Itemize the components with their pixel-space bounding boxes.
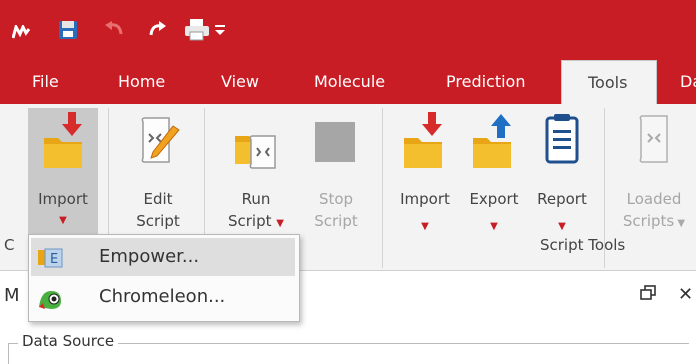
ribbon-separator [382, 108, 383, 268]
chromeleon-icon [37, 285, 63, 316]
customize-toolbar-icon[interactable] [214, 22, 226, 41]
tab-file[interactable]: File [32, 60, 59, 104]
panel-title: M [4, 285, 20, 306]
redo-icon[interactable] [146, 20, 168, 44]
chevron-down-icon: ▼ [59, 215, 67, 226]
export-button[interactable]: Export ▼ [460, 112, 528, 234]
tab-data[interactable]: Da [680, 60, 696, 104]
edit-script-button[interactable]: Edit Script [122, 112, 194, 232]
import-dropdown-menu: E Empower... Chromeleon... [28, 234, 300, 322]
restore-window-icon[interactable] [640, 285, 656, 305]
import-main-button[interactable]: Import ▼ [28, 112, 98, 228]
tab-tools[interactable]: Tools [561, 60, 657, 104]
stop-icon [302, 112, 370, 176]
tab-prediction[interactable]: Prediction [446, 60, 525, 104]
empower-icon: E [37, 245, 63, 274]
menu-item-chromeleon[interactable]: Chromeleon... [31, 278, 295, 316]
loaded-scripts-button[interactable]: Loaded Scripts ▼ [612, 112, 696, 235]
tab-home[interactable]: Home [118, 60, 165, 104]
edit-script-icon [122, 112, 194, 176]
chevron-down-icon: ▼ [276, 218, 284, 229]
ribbon-tab-bar: File Home View Molecule Prediction Tools… [0, 60, 696, 104]
export-folder-icon [460, 112, 528, 176]
data-source-label: Data Source [18, 332, 119, 350]
report-icon [528, 112, 596, 176]
undo-icon[interactable] [104, 20, 126, 44]
chevron-down-icon: ▼ [490, 221, 498, 232]
import-folder-icon [28, 112, 98, 176]
chevron-down-icon: ▼ [674, 218, 686, 229]
chevron-down-icon: ▼ [558, 221, 566, 232]
import-folder-icon [392, 112, 458, 176]
tab-view[interactable]: View [221, 60, 259, 104]
tab-molecule[interactable]: Molecule [314, 60, 385, 104]
stop-script-button[interactable]: Stop Script [302, 112, 370, 232]
loaded-scripts-icon [612, 112, 696, 176]
menu-item-empower[interactable]: E Empower... [31, 238, 295, 276]
chevron-down-icon: ▼ [421, 221, 429, 232]
title-bar [0, 0, 696, 60]
svg-text:E: E [50, 252, 58, 267]
print-icon[interactable] [184, 18, 210, 46]
group-label-script-tools: Script Tools [540, 236, 626, 254]
group-label-left: C [4, 236, 15, 254]
import-script-button[interactable]: Import ▼ [392, 112, 458, 234]
save-icon[interactable] [58, 20, 78, 44]
close-icon[interactable]: ✕ [678, 284, 693, 305]
run-script-button[interactable]: Run Script ▼ [218, 112, 294, 235]
app-logo-icon [11, 23, 31, 43]
run-script-icon [218, 112, 294, 176]
report-button[interactable]: Report ▼ [528, 112, 596, 234]
